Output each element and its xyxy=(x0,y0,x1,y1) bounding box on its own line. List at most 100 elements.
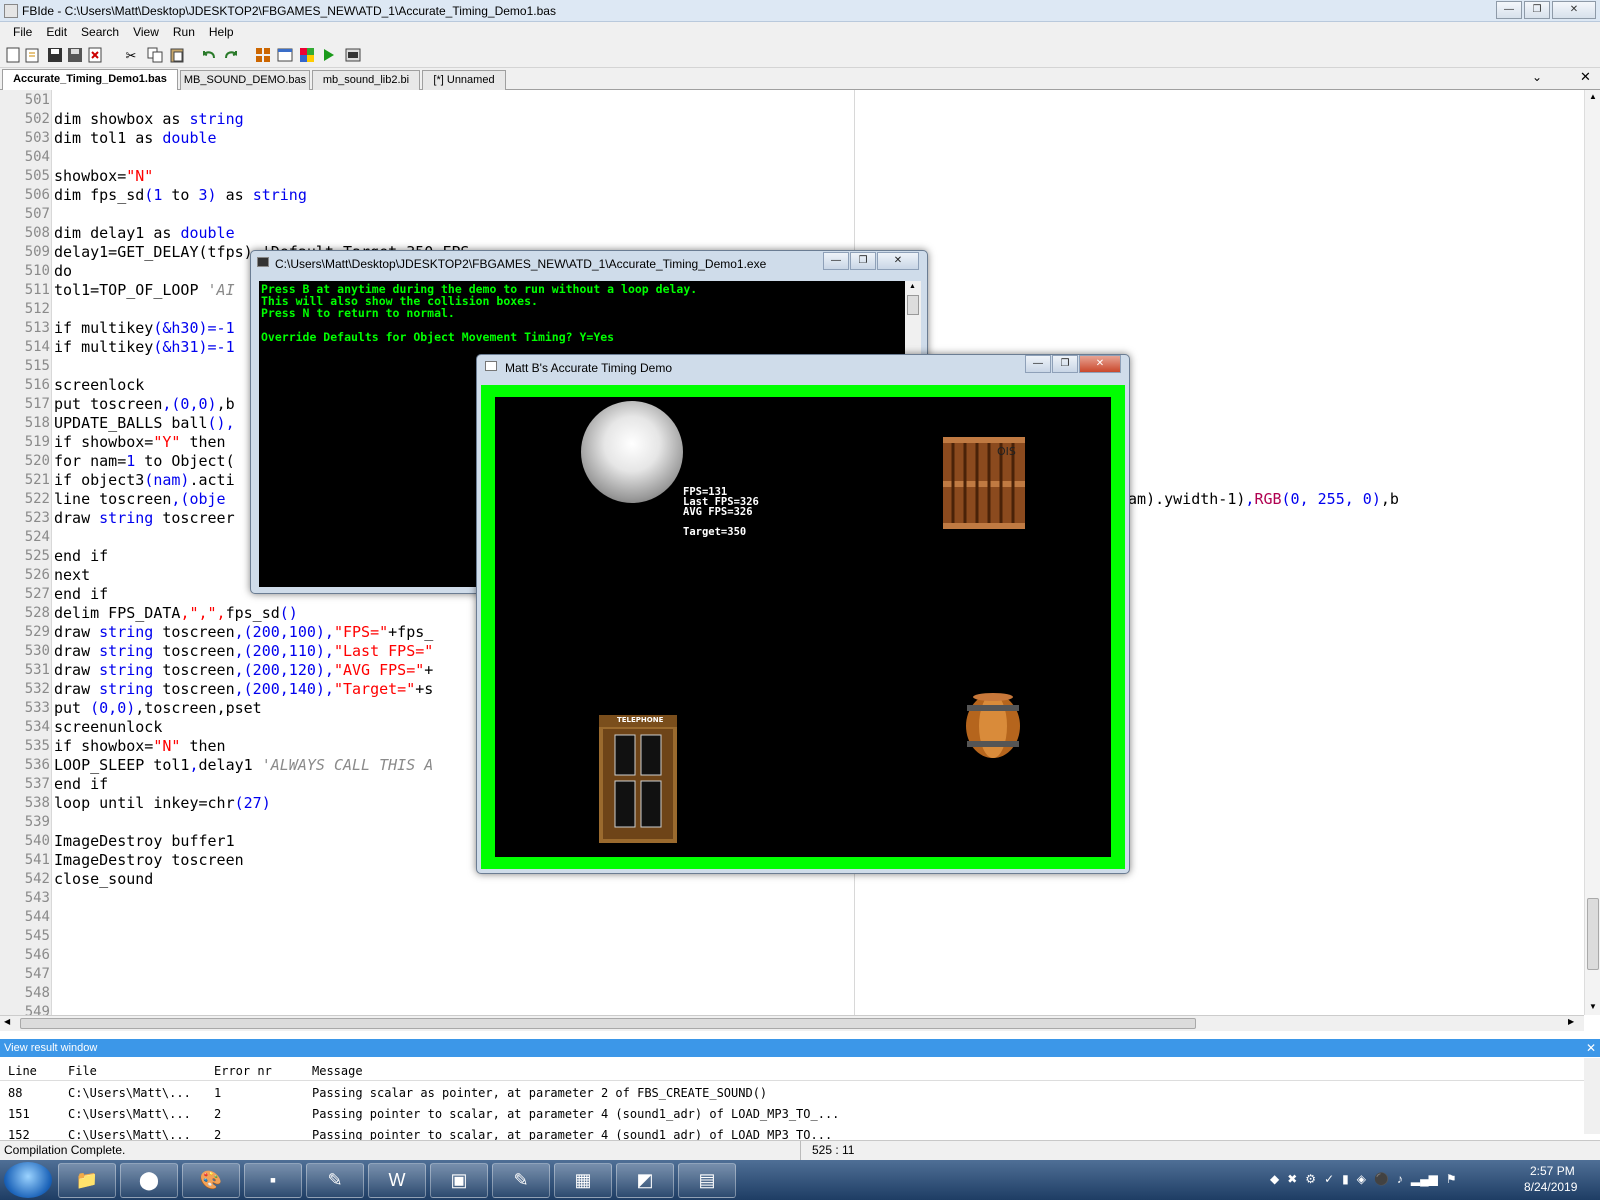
menu-search[interactable]: Search xyxy=(74,25,126,39)
code-token: dim tol1 as xyxy=(54,129,163,147)
game-task-icon[interactable]: ▤ xyxy=(678,1163,736,1198)
paint-icon[interactable]: 🎨 xyxy=(182,1163,240,1198)
result-cell[interactable]: Passing scalar as pointer, at parameter … xyxy=(312,1086,767,1100)
code-token: .acti xyxy=(189,471,235,489)
explorer-icon[interactable]: 📁 xyxy=(58,1163,116,1198)
game-close-button[interactable]: ✕ xyxy=(1079,355,1121,373)
scroll-right-arrow-icon[interactable]: ▶ xyxy=(1568,1017,1574,1026)
word-icon[interactable]: W xyxy=(368,1163,426,1198)
code-line: screenlock xyxy=(54,376,145,394)
result-header-line[interactable]: Line xyxy=(8,1064,37,1078)
line-number: 530 xyxy=(24,643,50,659)
tray-icon[interactable]: ✖ xyxy=(1287,1172,1297,1188)
result-cell[interactable]: 2 xyxy=(214,1107,221,1121)
line-number: 546 xyxy=(24,947,50,963)
game-minimize-button[interactable]: — xyxy=(1025,355,1051,373)
game-window[interactable]: Matt B's Accurate Timing Demo — ❐ ✕ FPS=… xyxy=(476,354,1130,874)
close-file-icon[interactable] xyxy=(86,46,104,64)
result-close-icon[interactable]: ✕ xyxy=(1586,1039,1596,1057)
tab-list-chevron-icon[interactable]: ⌄ xyxy=(1532,70,1542,84)
menu-help[interactable]: Help xyxy=(202,25,241,39)
tab-mb-sound-lib2[interactable]: mb_sound_lib2.bi xyxy=(312,70,420,90)
save-icon[interactable] xyxy=(46,46,64,64)
scroll-up-arrow-icon[interactable]: ▲ xyxy=(1589,92,1597,101)
output-window-icon[interactable] xyxy=(276,46,294,64)
console-maximize-button[interactable]: ❐ xyxy=(850,252,876,270)
open-file-icon[interactable] xyxy=(24,46,42,64)
code-token: RGB xyxy=(1254,490,1282,508)
redo-icon[interactable] xyxy=(222,46,240,64)
tray-icon[interactable]: ⚫ xyxy=(1374,1172,1389,1188)
tab-accurate-timing-demo[interactable]: Accurate_Timing_Demo1.bas xyxy=(2,69,178,90)
minimize-button[interactable]: — xyxy=(1496,1,1522,19)
code-token: (nam) xyxy=(144,471,190,489)
clock-date[interactable]: 8/24/2019 xyxy=(1524,1180,1577,1194)
menu-edit[interactable]: Edit xyxy=(39,25,74,39)
paste-icon[interactable] xyxy=(168,46,186,64)
copy-icon[interactable] xyxy=(146,46,164,64)
network-icon[interactable]: ▂▄▆ xyxy=(1411,1172,1438,1188)
editor-vertical-scrollbar[interactable]: ▲ ▼ xyxy=(1584,90,1600,1015)
toolbar: ✂ xyxy=(0,42,1600,68)
result-cell[interactable]: 88 xyxy=(8,1086,22,1100)
save-all-icon[interactable] xyxy=(66,46,84,64)
horizontal-scroll-thumb[interactable] xyxy=(20,1018,1196,1029)
close-button[interactable]: ✕ xyxy=(1552,1,1596,19)
volume-icon[interactable]: ♪ xyxy=(1397,1172,1403,1188)
compile-icon[interactable] xyxy=(298,46,316,64)
result-cell[interactable]: C:\Users\Matt\... xyxy=(68,1107,191,1121)
result-cell[interactable]: 1 xyxy=(214,1086,221,1100)
result-header-file[interactable]: File xyxy=(68,1064,97,1078)
cut-icon[interactable]: ✂ xyxy=(122,46,140,64)
line-number: 549 xyxy=(24,1004,50,1015)
fbide-task-icon[interactable]: ◩ xyxy=(616,1163,674,1198)
menu-run[interactable]: Run xyxy=(166,25,202,39)
line-number: 537 xyxy=(24,776,50,792)
calculator-icon[interactable]: ▦ xyxy=(554,1163,612,1198)
menu-view[interactable]: View xyxy=(126,25,166,39)
tray-icon[interactable]: ◈ xyxy=(1357,1172,1366,1188)
console-close-button[interactable]: ✕ xyxy=(877,252,919,270)
console-task-icon[interactable]: ▣ xyxy=(430,1163,488,1198)
line-number: 523 xyxy=(24,510,50,526)
chrome-icon[interactable]: ⬤ xyxy=(120,1163,178,1198)
game-maximize-button[interactable]: ❐ xyxy=(1052,355,1078,373)
result-scrollbar[interactable] xyxy=(1584,1058,1600,1134)
tray-icon[interactable]: ▮ xyxy=(1342,1172,1349,1188)
line-number: 525 xyxy=(24,548,50,564)
flag-icon[interactable]: ⚑ xyxy=(1446,1172,1457,1188)
sub-browser-icon[interactable] xyxy=(254,46,272,64)
clock-time[interactable]: 2:57 PM xyxy=(1530,1164,1575,1178)
start-button[interactable] xyxy=(4,1162,52,1198)
notepad-icon[interactable]: ✎ xyxy=(306,1163,364,1198)
tray-icon[interactable]: ✓ xyxy=(1324,1172,1334,1188)
tab-unnamed[interactable]: [*] Unnamed xyxy=(422,70,506,90)
scroll-left-arrow-icon[interactable]: ◀ xyxy=(4,1017,10,1026)
menu-file[interactable]: File xyxy=(6,25,39,39)
line-number: 509 xyxy=(24,244,50,260)
undo-icon[interactable] xyxy=(200,46,218,64)
result-header-error[interactable]: Error nr xyxy=(214,1064,272,1078)
run-icon[interactable] xyxy=(320,46,338,64)
result-cell[interactable]: C:\Users\Matt\... xyxy=(68,1086,191,1100)
tray-icon[interactable]: ⚙ xyxy=(1305,1172,1316,1188)
result-header-message[interactable]: Message xyxy=(312,1064,363,1078)
shell-icon[interactable] xyxy=(344,46,362,64)
maximize-button[interactable]: ❐ xyxy=(1524,1,1550,19)
vertical-scroll-thumb[interactable] xyxy=(1587,898,1599,970)
new-file-icon[interactable] xyxy=(4,46,22,64)
console-minimize-button[interactable]: — xyxy=(823,252,849,270)
result-cell[interactable]: Passing pointer to scalar, at parameter … xyxy=(312,1107,839,1121)
editor-task-icon[interactable]: ✎ xyxy=(492,1163,550,1198)
close-tab-icon[interactable]: ✕ xyxy=(1580,69,1591,85)
code-line: line toscreen,(obje xyxy=(54,490,226,509)
tab-mb-sound-demo[interactable]: MB_SOUND_DEMO.bas xyxy=(180,70,310,90)
editor-horizontal-scrollbar[interactable]: ◀ ▶ xyxy=(0,1015,1584,1031)
scroll-down-arrow-icon[interactable]: ▼ xyxy=(1589,1002,1597,1011)
console-scroll-up-icon[interactable]: ▲ xyxy=(909,283,916,290)
tray-icon[interactable]: ◆ xyxy=(1270,1172,1279,1188)
result-cell[interactable]: 151 xyxy=(8,1107,30,1121)
code-token: string xyxy=(99,623,154,641)
console-scroll-thumb[interactable] xyxy=(907,295,919,315)
cmd-icon[interactable]: ▪ xyxy=(244,1163,302,1198)
